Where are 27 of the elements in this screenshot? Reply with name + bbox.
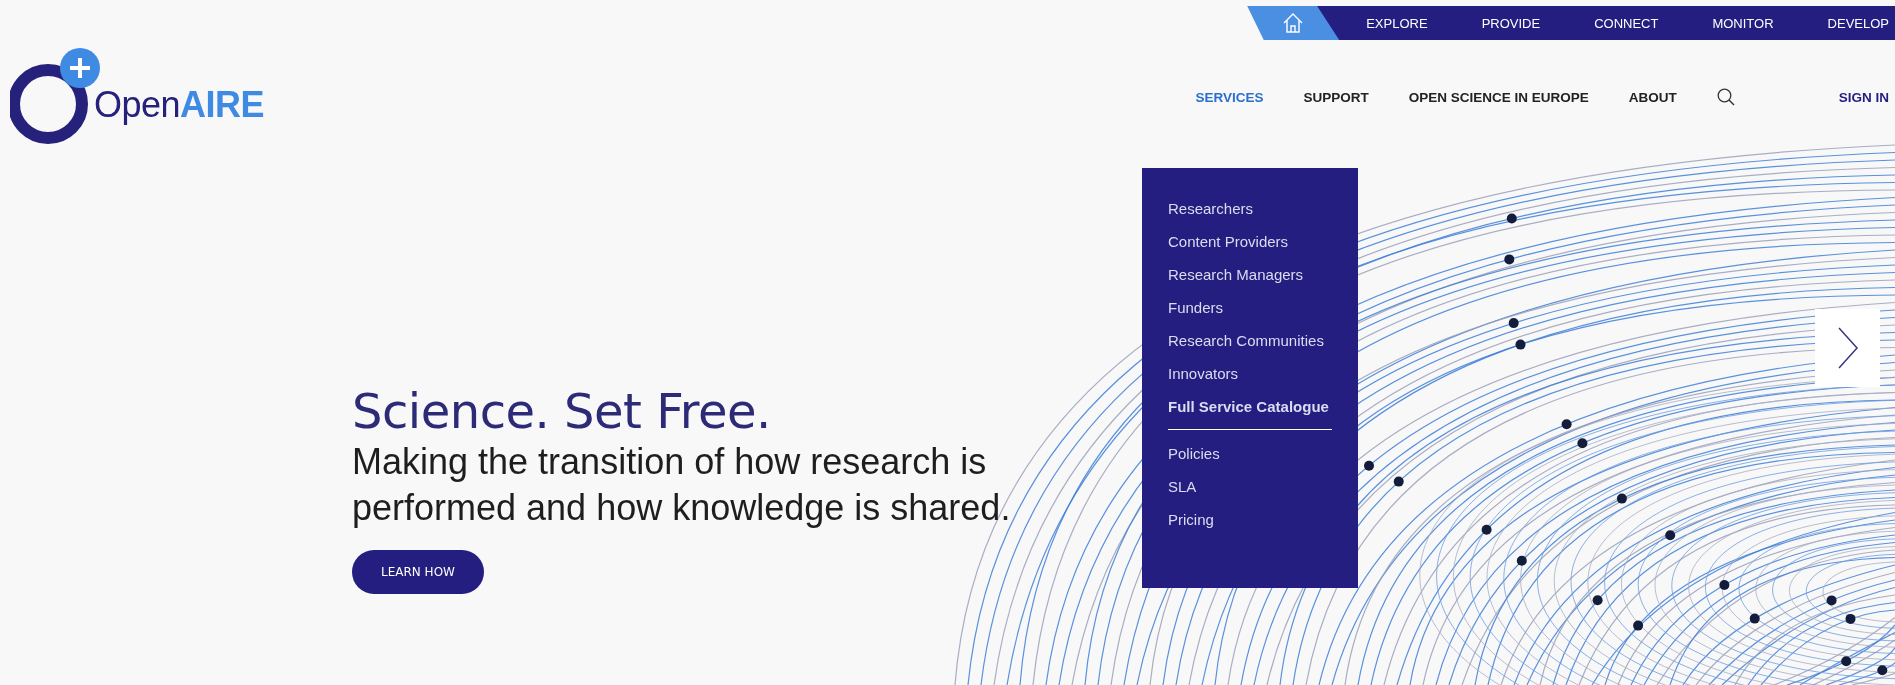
menu-item[interactable]: Pricing: [1168, 509, 1214, 531]
menu-item[interactable]: Policies: [1168, 443, 1220, 465]
sign-in-link[interactable]: SIGN IN: [1838, 89, 1895, 105]
menu-item[interactable]: Researchers: [1168, 198, 1254, 220]
menu-item[interactable]: SLA: [1168, 476, 1197, 498]
menu-item[interactable]: Content Providers: [1168, 231, 1289, 253]
menu-item[interactable]: Innovators: [1168, 363, 1239, 385]
search-icon[interactable]: [1716, 88, 1735, 106]
top-nav-link[interactable]: DEVELOP: [1800, 6, 1895, 40]
menu-item[interactable]: Full Service Catalogue: [1168, 396, 1329, 418]
hero-subtitle: Making the transition of how research is performed and how knowledge is shared.: [352, 440, 1012, 530]
menu-item[interactable]: Research Communities: [1168, 330, 1324, 352]
top-nav-link[interactable]: EXPLORE: [1339, 6, 1455, 40]
top-nav-link[interactable]: CONNECT: [1567, 6, 1686, 40]
nav-link[interactable]: OPEN SCIENCE IN EUROPE: [1408, 89, 1589, 105]
home-icon: [1282, 12, 1305, 34]
top-nav-link[interactable]: MONITOR: [1685, 6, 1801, 40]
hero-title: Science. Set Free.: [352, 383, 772, 439]
top-nav-link[interactable]: PROVIDE: [1454, 6, 1568, 40]
nav-link[interactable]: SUPPORT: [1303, 89, 1369, 105]
chevron-right-icon: [1836, 326, 1859, 370]
menu-item[interactable]: Funders: [1168, 297, 1224, 319]
menu-item[interactable]: Research Managers: [1168, 264, 1304, 286]
logo-text: OpenAIRE: [94, 84, 265, 126]
nav-link[interactable]: SERVICES: [1195, 89, 1264, 105]
learn-how-button[interactable]: LEARN HOW: [352, 550, 484, 594]
nav-link[interactable]: ABOUT: [1628, 89, 1677, 105]
